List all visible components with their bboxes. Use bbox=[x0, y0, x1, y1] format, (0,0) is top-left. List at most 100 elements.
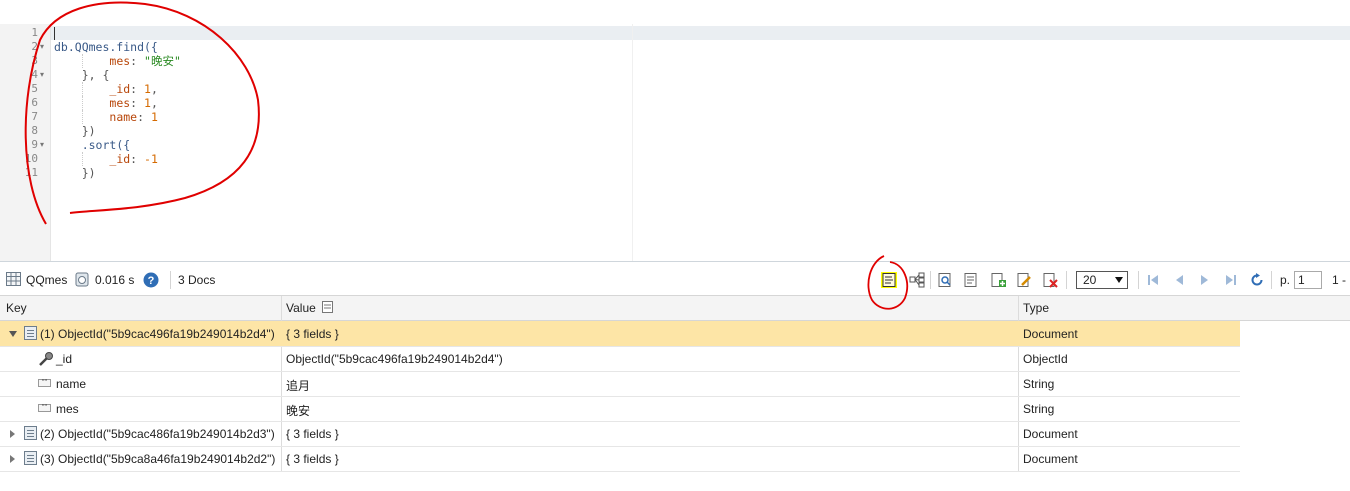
code-line-4: }, { bbox=[54, 68, 181, 82]
code-punct: : bbox=[137, 110, 151, 124]
table-row[interactable]: (1) ObjectId("5b9cac496fa19b249014b2d4")… bbox=[0, 321, 1240, 347]
line-number: 9 bbox=[31, 138, 38, 151]
page-range: 1 - bbox=[1332, 273, 1347, 287]
code-punct: }) bbox=[81, 166, 96, 180]
line-gutter: 1 2 ▾ 3 4 ▾ 5 6 7 8 9 ▾ 10 11 bbox=[0, 24, 51, 261]
line-number: 7 bbox=[31, 110, 38, 123]
expand-arrow-icon[interactable] bbox=[10, 455, 15, 463]
row-key: (2) ObjectId("5b9cac486fa19b249014b2d3") bbox=[40, 427, 275, 441]
table-row[interactable]: "" mes 晚安 String bbox=[0, 396, 1240, 422]
last-page-icon[interactable] bbox=[1225, 274, 1237, 286]
collection-name: QQmes bbox=[26, 273, 68, 287]
document-icon bbox=[24, 326, 37, 340]
expand-arrow-icon[interactable] bbox=[10, 430, 15, 438]
code-line-9: .sort({ bbox=[54, 138, 181, 152]
row-key: (3) ObjectId("5b9ca8a46fa19b249014b2d2") bbox=[40, 452, 276, 466]
next-page-icon[interactable] bbox=[1200, 274, 1210, 286]
table-view-icon[interactable] bbox=[6, 272, 21, 286]
indent-guide bbox=[82, 110, 83, 124]
row-key: _id bbox=[56, 352, 73, 366]
view-json-icon[interactable] bbox=[963, 272, 979, 288]
indent-guide bbox=[82, 82, 83, 96]
indent-guide bbox=[82, 152, 83, 166]
code-line-10: _id: -1 bbox=[54, 152, 181, 166]
prev-page-icon[interactable] bbox=[1174, 274, 1184, 286]
row-type: ObjectId bbox=[1023, 352, 1068, 366]
row-key: mes bbox=[56, 402, 79, 416]
fold-arrow-icon[interactable]: ▾ bbox=[40, 138, 44, 152]
indent-guide bbox=[82, 54, 83, 68]
key-icon bbox=[38, 351, 54, 370]
row-type: Document bbox=[1023, 427, 1078, 441]
code-lines[interactable]: db.QQmes.find({ mes: "晚安" }, { _id: 1, m… bbox=[54, 26, 181, 180]
code-line-5: _id: 1, bbox=[54, 82, 181, 96]
collapse-arrow-icon[interactable] bbox=[9, 331, 17, 337]
code-key: name bbox=[109, 110, 138, 124]
row-type: String bbox=[1023, 402, 1055, 416]
code-number: -1 bbox=[144, 152, 158, 166]
table-row[interactable]: (3) ObjectId("5b9ca8a46fa19b249014b2d2")… bbox=[0, 446, 1240, 472]
column-settings-icon[interactable] bbox=[322, 301, 334, 316]
document-icon bbox=[24, 426, 37, 440]
code-key: mes bbox=[109, 96, 131, 110]
header-type[interactable]: Type bbox=[1023, 301, 1049, 315]
page-number-input[interactable]: 1 bbox=[1294, 271, 1322, 289]
print-margin bbox=[632, 24, 633, 261]
toolbar-separator bbox=[170, 271, 171, 289]
page-size-select[interactable]: 20 bbox=[1076, 271, 1128, 289]
page-size-value: 20 bbox=[1083, 273, 1097, 287]
row-value: { 3 fields } bbox=[286, 427, 339, 441]
code-number: 1 bbox=[150, 110, 158, 124]
table-row[interactable]: _id ObjectId("5b9cac496fa19b249014b2d4")… bbox=[0, 346, 1240, 372]
code-line-7: name: 1 bbox=[54, 110, 181, 124]
fold-arrow-icon[interactable]: ▾ bbox=[40, 68, 44, 82]
query-editor[interactable]: 1 2 ▾ 3 4 ▾ 5 6 7 8 9 ▾ 10 11 db.QQmes.f… bbox=[0, 24, 1350, 262]
toolbar-separator bbox=[930, 271, 931, 289]
refresh-icon[interactable] bbox=[1250, 273, 1264, 287]
line-number: 1 bbox=[31, 26, 38, 39]
string-type-icon: "" bbox=[38, 379, 51, 387]
active-line bbox=[0, 26, 1350, 40]
help-icon[interactable]: ? bbox=[143, 272, 159, 288]
chevron-down-icon bbox=[1115, 277, 1123, 283]
document-icon bbox=[24, 451, 37, 465]
delete-document-icon[interactable] bbox=[1042, 272, 1058, 288]
code-number: 1 bbox=[144, 96, 151, 110]
row-type: String bbox=[1023, 377, 1055, 391]
view-document-icon[interactable] bbox=[937, 272, 953, 288]
text-view-icon[interactable] bbox=[881, 272, 897, 288]
line-number: 3 bbox=[31, 54, 38, 67]
line-number: 10 bbox=[24, 152, 38, 165]
edit-document-icon[interactable] bbox=[1016, 272, 1032, 288]
header-value[interactable]: Value bbox=[286, 301, 316, 315]
indent-guide bbox=[82, 96, 83, 110]
code-line-8: }) bbox=[54, 124, 181, 138]
first-page-icon[interactable] bbox=[1147, 274, 1159, 286]
toolbar-separator bbox=[1271, 271, 1272, 289]
row-value: { 3 fields } bbox=[286, 452, 339, 466]
string-type-icon: "" bbox=[38, 404, 51, 412]
line-number: 11 bbox=[24, 166, 38, 179]
code-line-2: db.QQmes.find({ bbox=[54, 40, 181, 54]
fold-arrow-icon[interactable]: ▾ bbox=[40, 40, 44, 54]
tree-view-icon[interactable] bbox=[909, 272, 925, 288]
code-line-11: }) bbox=[54, 166, 181, 180]
toolbar-separator bbox=[1066, 271, 1067, 289]
header-key[interactable]: Key bbox=[6, 301, 27, 315]
grid-header: Key Value Type bbox=[0, 296, 1350, 321]
table-row[interactable]: (2) ObjectId("5b9cac486fa19b249014b2d3")… bbox=[0, 421, 1240, 447]
row-value: { 3 fields } bbox=[286, 327, 339, 341]
code-punct: : bbox=[130, 152, 145, 166]
timer-icon bbox=[75, 272, 90, 287]
line-number: 2 bbox=[31, 40, 38, 53]
svg-text:?: ? bbox=[148, 275, 155, 287]
code-punct: , bbox=[150, 96, 158, 110]
code-punct: }) bbox=[81, 124, 96, 138]
table-row[interactable]: "" name 追月 String bbox=[0, 371, 1240, 397]
code-punct: , bbox=[150, 82, 158, 96]
window-top-strip bbox=[0, 0, 1350, 25]
add-document-icon[interactable] bbox=[990, 272, 1006, 288]
row-value: 追月 bbox=[286, 379, 311, 393]
results-toolbar: QQmes 0.016 s ? 3 Docs 20 p. 1 1 - bbox=[0, 266, 1350, 296]
